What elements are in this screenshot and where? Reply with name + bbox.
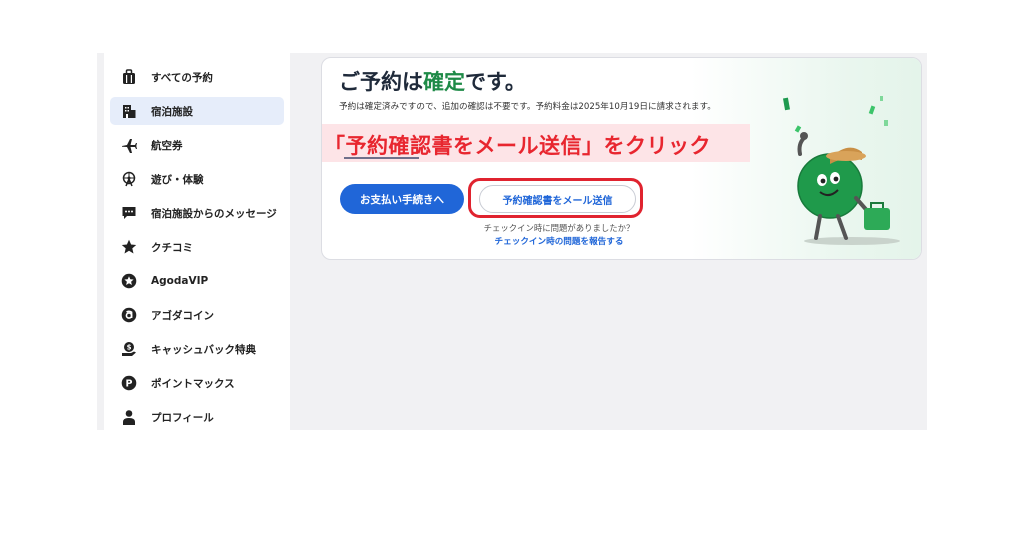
sidebar-item-label: すべての予約 — [151, 71, 213, 84]
sidebar-item-label: 宿泊施設 — [151, 105, 193, 118]
proceed-to-payment-button[interactable]: お支払い手続きへ — [340, 184, 464, 214]
sidebar-item-label: アゴダコイン — [151, 309, 214, 322]
sidebar-item-agoda-coins[interactable]: アゴダコイン — [110, 301, 284, 329]
cashback-icon: $ — [121, 341, 137, 357]
sidebar-item-label: 宿泊施設からのメッセージ — [151, 207, 277, 220]
svg-text:P: P — [126, 379, 133, 390]
ferris-wheel-icon — [121, 171, 137, 187]
sidebar-item-all-bookings[interactable]: すべての予約 — [110, 63, 284, 91]
chat-bubble-icon — [121, 205, 137, 221]
instruction-annotation: 「予約確認書をメール送信」をクリック — [324, 134, 711, 158]
sidebar-item-profile[interactable]: プロフィール — [110, 403, 284, 431]
sidebar-item-cashback[interactable]: $ キャッシュバック特典 — [110, 335, 284, 363]
sidebar-item-agodavip[interactable]: AgodaVIP — [110, 267, 284, 295]
sidebar-item-label: キャッシュバック特典 — [151, 343, 256, 356]
sidebar: すべての予約 宿泊施設 航空券 遊び・体験 宿泊施設からのメッセージ クチコミ — [104, 53, 290, 430]
sidebar-item-label: AgodaVIP — [151, 275, 209, 287]
mascot-illustration — [782, 96, 900, 245]
star-circle-icon — [121, 273, 137, 289]
sidebar-item-label: 遊び・体験 — [151, 173, 204, 186]
email-confirmation-button[interactable]: 予約確認書をメール送信 — [479, 185, 636, 213]
person-icon — [121, 409, 137, 425]
page-title: ご予約は確定です。 — [339, 70, 526, 94]
svg-text:$: $ — [127, 344, 132, 352]
sidebar-item-accommodations[interactable]: 宿泊施設 — [110, 97, 284, 125]
sidebar-item-pointmax[interactable]: P ポイントマックス — [110, 369, 284, 397]
airplane-icon — [121, 137, 137, 153]
confirmation-note: 予約は確定済みですので、追加の確認は不要です。予約料金は2025年10月19日に… — [339, 102, 716, 112]
report-checkin-problem-link[interactable]: チェックイン時の問題を報告する — [464, 235, 654, 247]
pointmax-icon: P — [121, 375, 137, 391]
sidebar-item-label: プロフィール — [151, 411, 214, 424]
coin-icon — [121, 307, 137, 323]
sidebar-item-label: 航空券 — [151, 139, 183, 152]
sidebar-item-messages[interactable]: 宿泊施設からのメッセージ — [110, 199, 284, 227]
suitcase-icon — [121, 69, 137, 85]
confirmed-accent-text: 確定 — [423, 70, 465, 94]
sidebar-item-label: ポイントマックス — [151, 377, 235, 390]
sidebar-item-reviews[interactable]: クチコミ — [110, 233, 284, 261]
booking-confirmed-card: ご予約は確定です。 予約は確定済みですので、追加の確認は不要です。予約料金は20… — [321, 57, 922, 260]
sidebar-item-activities[interactable]: 遊び・体験 — [110, 165, 284, 193]
divider — [344, 157, 419, 159]
star-icon — [121, 239, 137, 255]
checkin-problem-question: チェックイン時に問題がありましたか？ — [483, 223, 635, 233]
sidebar-item-flights[interactable]: 航空券 — [110, 131, 284, 159]
building-icon — [121, 103, 137, 119]
sidebar-item-label: クチコミ — [151, 241, 193, 254]
